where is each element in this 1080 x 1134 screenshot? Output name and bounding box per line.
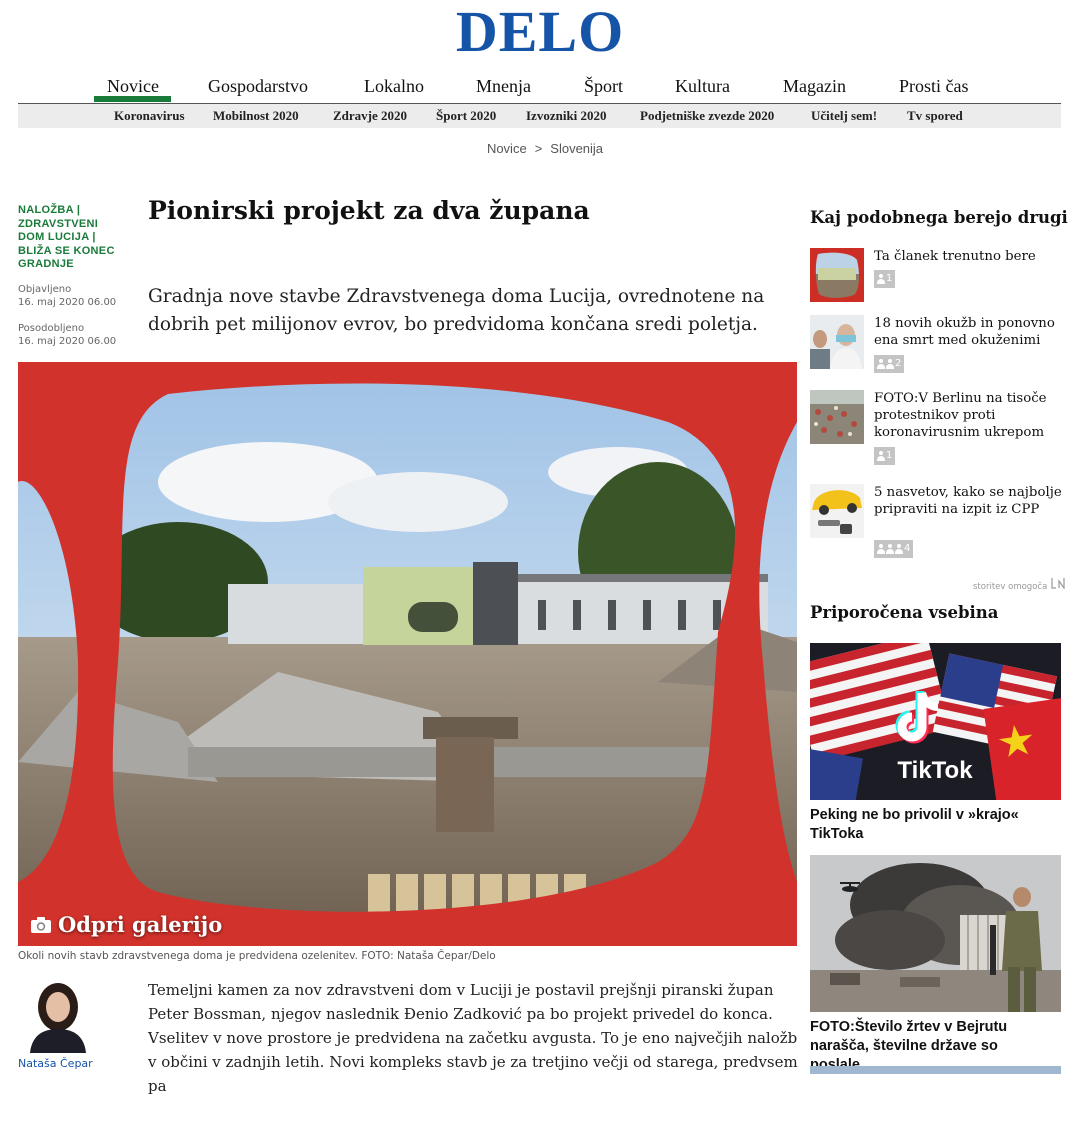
subnav-item-koronavirus[interactable]: Koronavirus <box>114 108 185 124</box>
recommended-item[interactable]: FOTO:Število žrtev v Bejrutu narašča, št… <box>810 855 1061 1075</box>
reader-icon <box>886 544 894 554</box>
open-gallery-label: Odpri galerijo <box>58 912 223 937</box>
author-portrait <box>22 977 94 1053</box>
construction-site-image <box>18 362 797 946</box>
similar-title[interactable]: 5 nasvetov, kako se najbolje pripraviti … <box>874 484 1062 518</box>
reader-icon <box>877 451 885 461</box>
subnav-item-tv-spored[interactable]: Tv spored <box>907 108 963 124</box>
subnav-item-zdravje[interactable]: Zdravje 2020 <box>333 108 407 124</box>
nav-item-kultura[interactable]: Kultura <box>675 76 730 97</box>
reader-icon <box>877 359 885 369</box>
similar-thumbnail <box>810 315 864 369</box>
breadcrumb: Novice > Slovenija <box>0 141 1080 156</box>
nav-item-lokalno[interactable]: Lokalno <box>364 76 424 97</box>
subnav-item-podjetniske-zvezde[interactable]: Podjetniške zvezde 2020 <box>640 108 774 124</box>
subnav-item-sport[interactable]: Šport 2020 <box>436 108 496 124</box>
nav-item-magazin[interactable]: Magazin <box>783 76 846 97</box>
nav-item-novice[interactable]: Novice <box>107 76 159 97</box>
reader-icon <box>895 544 903 554</box>
provider-logo-icon <box>1051 578 1065 590</box>
article-kicker[interactable]: NALOŽBA | ZDRAVSTVENI DOM LUCIJA | BLIŽA… <box>18 204 118 272</box>
open-gallery-button[interactable]: Odpri galerijo <box>30 912 222 937</box>
author-name-link[interactable]: Nataša Čepar <box>18 1057 93 1070</box>
published-label: Objavljeno <box>18 284 72 295</box>
readers-badge: 4 <box>874 540 914 558</box>
similar-title[interactable]: FOTO:V Berlinu na tisoče protestnikov pr… <box>874 390 1062 441</box>
reader-icon <box>877 544 885 554</box>
delo-logo[interactable]: DELO <box>0 2 1080 62</box>
sub-nav: Koronavirus Mobilnost 2020 Zdravje 2020 … <box>18 104 1061 128</box>
readers-count: 4 <box>904 543 911 554</box>
readers-badge: 1 <box>874 447 896 465</box>
readers-badge: 1 <box>874 270 896 288</box>
photo-caption: Okoli novih stavb zdravstvenega doma je … <box>18 950 496 962</box>
breadcrumb-novice[interactable]: Novice <box>487 141 527 156</box>
article-main-photo[interactable] <box>18 362 797 946</box>
reader-icon <box>886 359 894 369</box>
nav-item-prosti-cas[interactable]: Prosti čas <box>899 76 969 97</box>
nav-item-sport[interactable]: Šport <box>584 76 623 97</box>
similar-thumbnail <box>810 484 864 538</box>
subnav-item-mobilnost[interactable]: Mobilnost 2020 <box>213 108 299 124</box>
updated-date: 16. maj 2020 06.00 <box>18 336 117 347</box>
updated-label: Posodobljeno <box>18 323 85 334</box>
nav-item-gospodarstvo[interactable]: Gospodarstvo <box>208 76 308 97</box>
author-avatar[interactable] <box>22 977 94 1053</box>
reader-icon <box>877 274 885 284</box>
readers-count: 1 <box>886 273 893 284</box>
recommended-heading: Priporočena vsebina <box>810 603 999 622</box>
recommended-title[interactable]: Peking ne bo privolil v »krajo« TikToka <box>810 806 1061 844</box>
published-date: 16. maj 2020 06.00 <box>18 297 117 308</box>
subnav-item-izvozniki[interactable]: Izvozniki 2020 <box>526 108 607 124</box>
article-body: Temeljni kamen za nov zdravstveni dom v … <box>148 981 798 1095</box>
readers-count: 1 <box>886 450 893 461</box>
similar-heading: Kaj podobnega berejo drugi <box>810 208 1068 227</box>
similar-title[interactable]: Ta članek trenutno bere <box>874 248 1062 265</box>
updated-info: Posodobljeno 16. maj 2020 06.00 <box>18 322 116 348</box>
recommended-item[interactable]: TikTok Peking ne bo privolil v »krajo« T… <box>810 643 1061 844</box>
tiktok-logo-text: TikTok <box>897 757 973 784</box>
camera-icon <box>31 916 51 933</box>
similar-thumbnail <box>810 248 864 302</box>
breadcrumb-separator: > <box>534 141 543 156</box>
published-info: Objavljeno 16. maj 2020 06.00 <box>18 283 116 309</box>
main-nav: Novice Gospodarstvo Lokalno Mnenja Šport… <box>18 70 1061 104</box>
nav-item-mnenja[interactable]: Mnenja <box>476 76 531 97</box>
readers-badge: 2 <box>874 355 905 373</box>
article-lead: Gradnja nove stavbe Zdravstvenega doma L… <box>148 286 765 335</box>
similar-thumbnail <box>810 390 864 444</box>
readers-count: 2 <box>895 358 902 369</box>
powered-by-label: storitev omogoča <box>973 582 1048 592</box>
article-title: Pionirski projekt za dva župana <box>148 196 590 225</box>
recommended-image: TikTok <box>810 643 1061 800</box>
next-recommended-image-peek <box>810 1066 1061 1074</box>
similar-title[interactable]: 18 novih okužb in ponovno ena smrt med o… <box>874 315 1062 349</box>
breadcrumb-slovenija[interactable]: Slovenija <box>550 141 603 156</box>
powered-by[interactable]: storitev omogoča <box>973 577 1066 592</box>
recommended-image <box>810 855 1061 1012</box>
subnav-item-ucitelj-sem[interactable]: Učitelj sem! <box>811 108 877 124</box>
